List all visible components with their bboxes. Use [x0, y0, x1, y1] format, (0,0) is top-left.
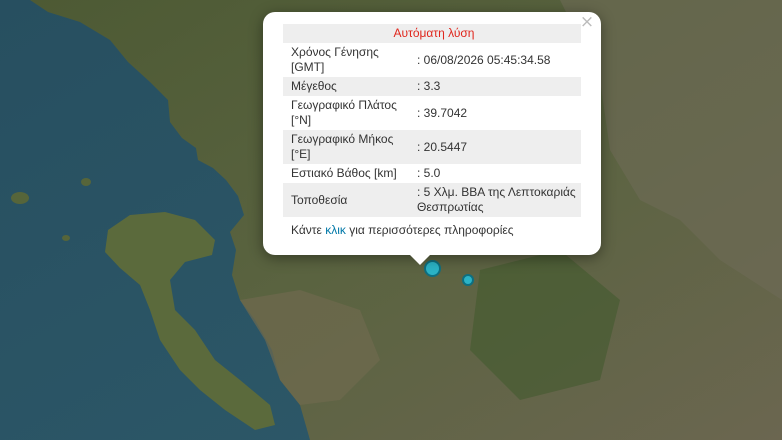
location-label: Τοποθεσία: [283, 183, 409, 217]
latitude-value: : 39.7042: [417, 105, 468, 120]
earthquake-marker-secondary[interactable]: [462, 274, 474, 286]
depth-value: : 5.0: [417, 166, 441, 180]
longitude-value: : 20.5447: [409, 130, 581, 164]
origin-time-value: : 06/08/2026 05:45:34.58: [417, 52, 551, 67]
table-row: Γεωγραφικό Πλάτος [°N] : 39.7042: [283, 96, 581, 130]
more-info-link[interactable]: κλικ: [325, 223, 346, 237]
earthquake-info-popup: × Αυτόματη λύση Χρόνος Γένησης [GMT] : 0…: [263, 12, 601, 255]
magnitude-label: Μέγεθος: [283, 77, 409, 96]
table-row: Γεωγραφικό Μήκος [°E] : 20.5447: [283, 130, 581, 164]
info-table: Αυτόματη λύση Χρόνος Γένησης [GMT] : 06/…: [283, 24, 581, 217]
table-row: Χρόνος Γένησης [GMT] : 06/08/2026 05:45:…: [283, 43, 581, 77]
close-icon[interactable]: ×: [579, 13, 595, 31]
islet: [11, 192, 29, 204]
more-info-line: Κάντε κλικ για περισσότερες πληροφορίες: [291, 223, 514, 237]
depth-label: Εστιακό Βάθος [km]: [291, 166, 397, 180]
popup-title-row: Αυτόματη λύση: [283, 24, 581, 43]
table-row: Εστιακό Βάθος [km] : 5.0: [283, 164, 581, 183]
islet: [62, 235, 70, 241]
latitude-label: Γεωγραφικό Πλάτος [°N]: [291, 98, 397, 127]
origin-time-label: Χρόνος Γένησης [GMT]: [291, 45, 379, 74]
table-row: Τοποθεσία : 5 Χλμ. ΒΒΑ της Λεπτοκαριάς Θ…: [283, 183, 581, 217]
popup-tip: [409, 254, 431, 265]
magnitude-value: : 3.3: [409, 77, 581, 96]
more-info-suffix: για περισσότερες πληροφορίες: [345, 223, 514, 237]
more-info-prefix: Κάντε: [291, 223, 326, 237]
islet: [81, 178, 91, 186]
table-row: Μέγεθος : 3.3: [283, 77, 581, 96]
popup-title: Αυτόματη λύση: [283, 24, 581, 43]
location-value: : 5 Χλμ. ΒΒΑ της Λεπτοκαριάς Θεσπρωτίας: [409, 183, 581, 217]
longitude-label: Γεωγραφικό Μήκος [°E]: [283, 130, 409, 164]
